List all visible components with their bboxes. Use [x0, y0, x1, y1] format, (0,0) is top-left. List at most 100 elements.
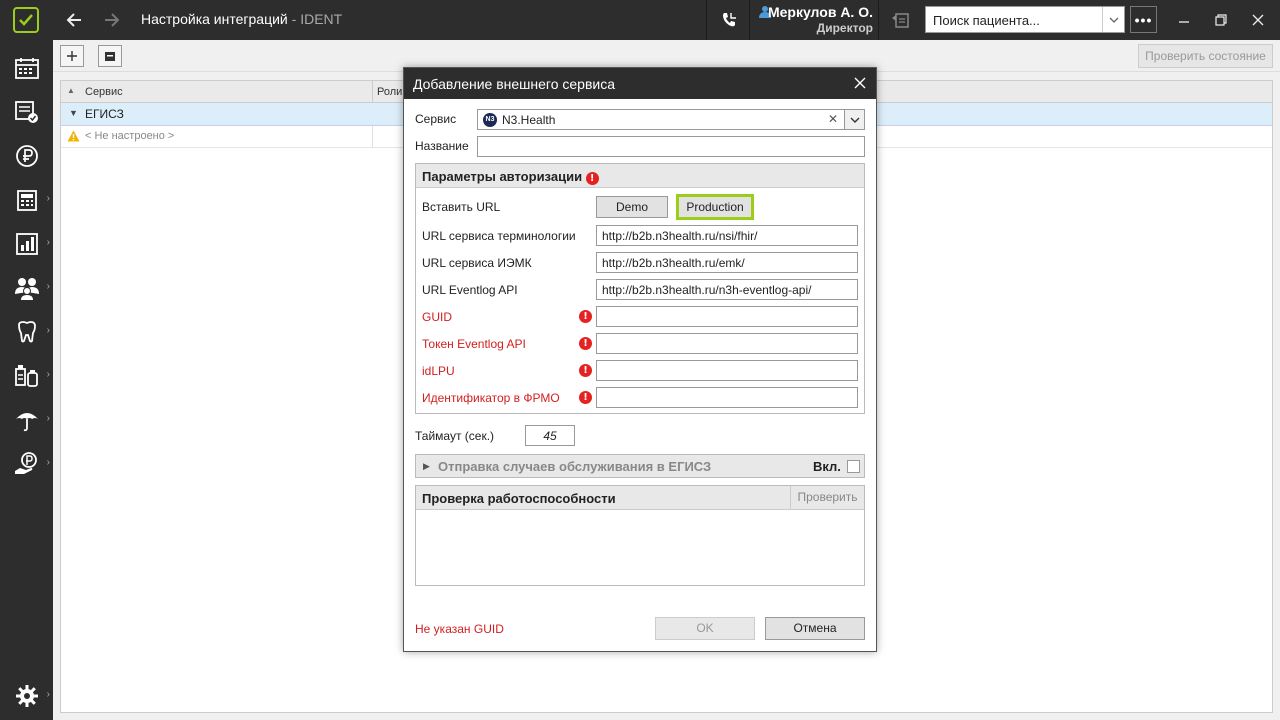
clear-icon[interactable]: ✕ [828, 112, 838, 126]
send-cases-title: Отправка случаев обслуживания в ЕГИСЗ [438, 459, 712, 474]
dialog-header: Добавление внешнего сервиса [404, 68, 876, 99]
dialog-title: Добавление внешнего сервиса [413, 76, 616, 92]
guid-field[interactable] [596, 306, 858, 327]
divider [749, 0, 750, 40]
sidebar: › › › › › › › › [0, 40, 53, 720]
divider [706, 0, 707, 40]
calendar-icon [14, 58, 39, 79]
divider [878, 0, 879, 40]
frmo-id-field[interactable] [596, 387, 858, 408]
service-value: N3.Health [502, 113, 556, 127]
send-cases-section[interactable]: ▶ Отправка случаев обслуживания в ЕГИСЗ … [415, 454, 865, 478]
service-select[interactable]: N3 N3.Health ✕ [477, 109, 865, 130]
history-icon[interactable] [887, 8, 913, 32]
iemk-url-field[interactable]: http://b2b.n3health.ru/emk/ [596, 252, 858, 273]
field-label: URL Eventlog API [422, 283, 518, 297]
column-header-roles[interactable]: Роли [377, 86, 402, 98]
archive-button[interactable] [98, 45, 122, 67]
chevron-right-icon: › [46, 457, 50, 468]
field-label: URL сервиса терминологии [422, 229, 576, 243]
user-name: Меркулов А. О. [767, 4, 873, 20]
eventlog-token-field[interactable] [596, 333, 858, 354]
more-button[interactable]: ••• [1130, 6, 1157, 33]
sidebar-item-inventory[interactable]: › [0, 356, 53, 396]
close-icon[interactable] [851, 74, 869, 92]
tooth-icon [17, 321, 36, 343]
finance-icon [14, 452, 37, 474]
chevron-down-icon[interactable]: ▼ [69, 108, 78, 118]
sort-icon[interactable]: ▲ [67, 86, 75, 95]
enabled-checkbox[interactable] [847, 460, 860, 473]
auth-section: Параметры авторизации ! Вставить URL Dem… [415, 163, 865, 414]
cancel-button[interactable]: Отмена [765, 617, 865, 640]
forward-arrow-icon[interactable] [100, 8, 124, 32]
timeout-label: Таймаут (сек.) [415, 429, 495, 443]
sidebar-item-cashbox[interactable]: › [0, 180, 53, 220]
health-check-header: Проверка работоспособности Проверить [416, 486, 864, 510]
insert-url-label: Вставить URL [422, 200, 501, 214]
sidebar-item-dental[interactable]: › [0, 312, 53, 352]
warning-icon [67, 130, 80, 145]
sidebar-item-calendar[interactable] [0, 48, 53, 88]
sidebar-item-payments[interactable] [0, 136, 53, 176]
restore-icon[interactable] [1209, 8, 1233, 32]
row-status-text: < Не настроено > [85, 130, 175, 142]
ruble-icon [15, 145, 38, 167]
sidebar-item-finance[interactable]: › [0, 444, 53, 484]
field-label: Идентификатор в ФРМО [422, 391, 560, 405]
sidebar-item-schedule[interactable] [0, 92, 53, 132]
terminology-url-field[interactable]: http://b2b.n3health.ru/nsi/fhir/ [596, 225, 858, 246]
search-placeholder: Поиск пациента... [933, 13, 1040, 28]
patient-search-input[interactable]: Поиск пациента... [925, 6, 1125, 33]
user-info[interactable]: Меркулов А. О. Директор [755, 4, 873, 35]
group-label: ЕГИСЗ [85, 107, 124, 121]
name-label: Название [415, 139, 469, 153]
error-icon: ! [579, 337, 592, 350]
sidebar-item-insurance[interactable]: › [0, 400, 53, 440]
user-role: Директор [816, 21, 873, 35]
production-button[interactable]: Production [676, 194, 754, 220]
auth-section-header: Параметры авторизации ! [416, 164, 864, 188]
sidebar-item-patients[interactable]: › [0, 268, 53, 308]
error-icon: ! [579, 310, 592, 323]
idlpu-field[interactable] [596, 360, 858, 381]
field-label: Токен Eventlog API [422, 337, 526, 351]
title-bar: Настройка интеграций - IDENT Меркулов А.… [0, 0, 1280, 40]
column-divider[interactable] [372, 81, 373, 103]
eventlog-url-field[interactable]: http://b2b.n3health.ru/n3h-eventlog-api/ [596, 279, 858, 300]
chevron-down-icon[interactable] [1102, 7, 1124, 32]
logo-check-icon[interactable] [13, 7, 39, 33]
timeout-field[interactable]: 45 [525, 425, 575, 446]
field-label: GUID [422, 310, 452, 324]
minimize-icon[interactable] [1172, 8, 1196, 32]
field-label: idLPU [422, 364, 455, 378]
chevron-right-icon: › [46, 237, 50, 248]
demo-button[interactable]: Demo [596, 196, 668, 218]
window-subtitle: - IDENT [287, 11, 343, 27]
chevron-right-icon[interactable]: ▶ [423, 461, 430, 472]
check-button[interactable]: Проверить [790, 486, 864, 509]
auth-section-title: Параметры авторизации ! [422, 169, 599, 185]
field-label: URL сервиса ИЭМК [422, 256, 532, 270]
add-button[interactable] [60, 45, 84, 67]
ok-button[interactable]: OK [655, 617, 755, 640]
sidebar-item-settings[interactable]: › [0, 676, 53, 716]
patients-icon [14, 278, 39, 300]
chevron-right-icon: › [46, 281, 50, 292]
add-service-dialog: Добавление внешнего сервиса Сервис N3 N3… [403, 67, 877, 652]
sidebar-item-reports[interactable]: › [0, 224, 53, 264]
health-check-section: Проверка работоспособности Проверить [415, 485, 865, 586]
name-field[interactable] [477, 136, 865, 157]
column-header-service[interactable]: Сервис [85, 86, 123, 98]
plus-icon [67, 51, 77, 61]
chevron-right-icon: › [46, 369, 50, 380]
inventory-icon [14, 365, 38, 387]
phone-icon[interactable] [716, 8, 742, 32]
cash-register-icon [16, 190, 37, 211]
back-arrow-icon[interactable] [62, 8, 86, 32]
check-state-button[interactable]: Проверить состояние [1138, 44, 1273, 68]
window-title: Настройка интеграций - IDENT [141, 11, 342, 27]
chevron-down-icon[interactable] [844, 110, 864, 129]
close-icon[interactable] [1246, 8, 1270, 32]
n3-health-icon: N3 [483, 113, 497, 127]
